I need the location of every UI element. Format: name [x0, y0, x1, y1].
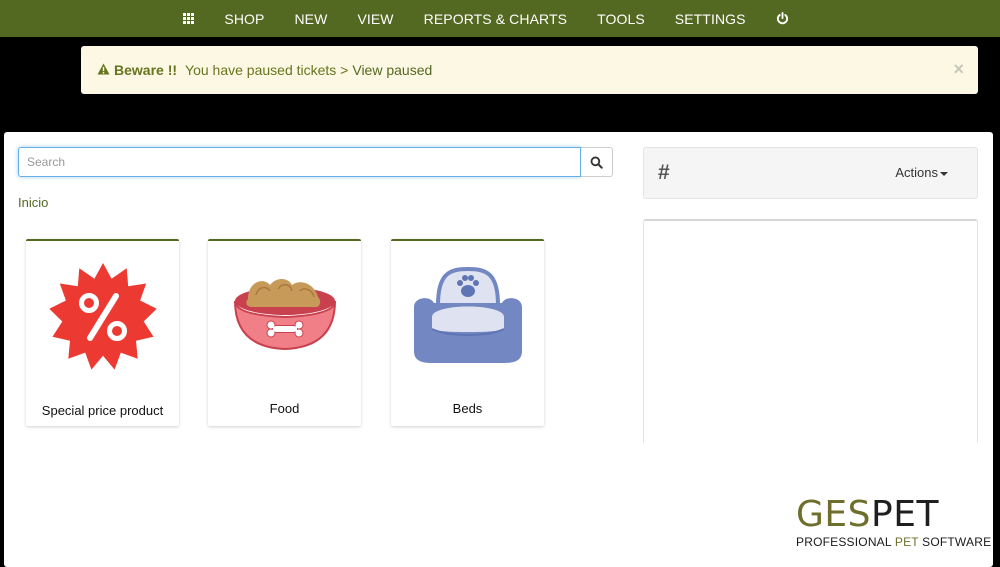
category-label: Food: [269, 401, 300, 416]
power-icon[interactable]: [761, 12, 804, 25]
paused-tickets-alert: Beware !! You have paused tickets > View…: [81, 46, 978, 94]
search-input[interactable]: [18, 147, 581, 177]
ticket-lines-panel: [643, 219, 978, 443]
alert-title: Beware !!: [114, 62, 178, 78]
nav-tools[interactable]: TOOLS: [582, 11, 660, 27]
nav-settings[interactable]: SETTINGS: [660, 11, 761, 27]
logo-tagline: PROFESSIONAL PET SOFTWARE: [796, 535, 992, 549]
gespet-logo: GESPET PROFESSIONAL PET SOFTWARE: [796, 494, 992, 555]
alert-close-icon[interactable]: ×: [953, 59, 964, 80]
logo-wordmark: GESPET: [796, 494, 939, 535]
actions-label: Actions: [895, 165, 938, 180]
ticket-number: #: [658, 161, 670, 184]
search-button[interactable]: [581, 147, 613, 177]
category-label: Special price product: [41, 403, 164, 418]
search-bar: [18, 147, 613, 177]
top-navbar: SHOP NEW VIEW REPORTS & CHARTS TOOLS SET…: [0, 0, 1000, 37]
nav-reports-charts[interactable]: REPORTS & CHARTS: [409, 11, 582, 27]
category-card-food[interactable]: Food: [208, 239, 361, 426]
breadcrumb-home[interactable]: Inicio: [18, 195, 48, 210]
view-paused-link[interactable]: View paused: [352, 62, 432, 78]
alert-message: You have paused tickets >: [185, 62, 349, 78]
nav-shop[interactable]: SHOP: [209, 11, 279, 27]
search-icon: [590, 156, 603, 169]
nav-new[interactable]: NEW: [279, 11, 342, 27]
ticket-header: # Actions: [643, 147, 978, 199]
discount-badge-icon: [26, 257, 179, 377]
pet-bed-icon: [391, 257, 544, 377]
nav-menu: SHOP NEW VIEW REPORTS & CHARTS TOOLS SET…: [168, 11, 803, 27]
category-label: Beds: [452, 401, 483, 416]
caret-down-icon: [940, 171, 948, 176]
actions-dropdown[interactable]: Actions: [895, 165, 948, 180]
nav-view[interactable]: VIEW: [342, 11, 408, 27]
pet-food-bowl-icon: [208, 257, 361, 377]
warning-icon: [97, 62, 110, 78]
category-card-special-price[interactable]: Special price product: [26, 239, 179, 426]
category-card-beds[interactable]: Beds: [391, 239, 544, 426]
grid-icon[interactable]: [168, 13, 209, 24]
